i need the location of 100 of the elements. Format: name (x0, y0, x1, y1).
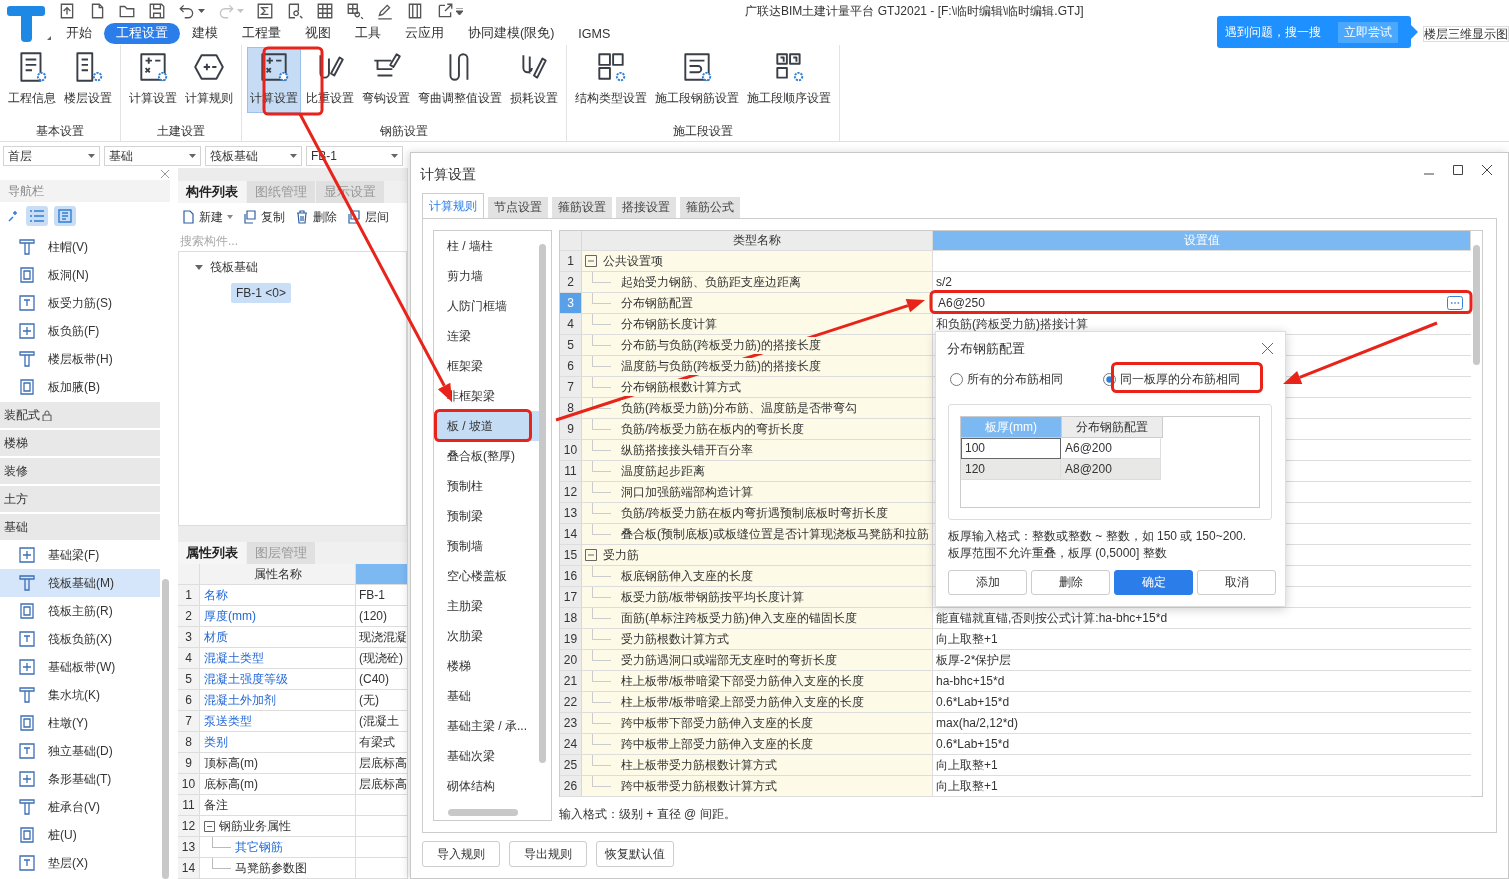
ribbon-button[interactable]: 计算设置 (126, 47, 180, 113)
category-item[interactable]: 预制墙 (435, 531, 539, 561)
nav-category[interactable]: 土方 (0, 486, 160, 512)
panel-tab[interactable]: 构件列表 (178, 181, 246, 203)
dropdown[interactable]: 筏板基础 (205, 146, 302, 166)
dialog-tab[interactable]: 节点设置 (488, 197, 548, 218)
dialog-tab[interactable]: 箍筋设置 (552, 197, 612, 218)
floor-3d-label[interactable]: 楼层三维显示图 (1423, 26, 1509, 42)
dialog-tab[interactable]: 搭接设置 (616, 197, 676, 218)
toolbar-button[interactable]: 复制 (240, 208, 288, 226)
nav-item[interactable]: 桩承台(V) (0, 793, 160, 821)
value-field[interactable]: A6@250 (936, 296, 1468, 310)
nav-item[interactable]: 条形基础(T) (0, 765, 160, 793)
category-item[interactable]: 剪力墙 (435, 261, 539, 291)
table-cell: 洞口加强筋端部构造计算 (621, 483, 753, 501)
toolbar-button[interactable]: 删除 (292, 208, 340, 226)
nav-item[interactable]: 板受力筋(S) (0, 289, 160, 317)
nav-item[interactable]: 集水坑(K) (0, 681, 160, 709)
toolbar-button[interactable]: 新建 (178, 208, 236, 226)
menu-tab[interactable]: IGMS (566, 24, 623, 43)
ribbon-button[interactable]: 结构类型设置 (572, 47, 650, 113)
dialog-button[interactable]: 添加 (948, 570, 1027, 595)
table-cell[interactable]: 120 (961, 459, 1061, 480)
category-item[interactable]: 基础次梁 (435, 741, 539, 771)
nav-item[interactable]: 板负筋(F) (0, 317, 160, 345)
ribbon-button[interactable]: 施工段顺序设置 (744, 47, 834, 113)
nav-item[interactable]: 筏板主筋(R) (0, 597, 160, 625)
category-item[interactable]: 基础主梁 / 承... (435, 711, 539, 741)
ribbon-button[interactable]: 施工段钢筋设置 (652, 47, 742, 113)
table-cell: 柱上板带/板带暗梁上部受力筋伸入支座的长度 (621, 693, 865, 711)
dialog-button[interactable]: 确定 (1114, 570, 1193, 595)
ribbon-button[interactable]: 楼层设置 (61, 47, 115, 113)
menu-tab[interactable]: 工具 (343, 23, 393, 44)
category-item[interactable]: 预制柱 (435, 471, 539, 501)
table-cell-text: 层底标高 (358, 776, 408, 793)
ribbon-button[interactable]: 工程信息 (5, 47, 59, 113)
table-cell-text: FB-1 (358, 587, 386, 604)
nav-item[interactable]: 板加腋(B) (0, 373, 160, 401)
nav-item[interactable]: 独立基础(D) (0, 737, 160, 765)
nav-item[interactable]: 柱帽(V) (0, 233, 160, 261)
tree-item[interactable]: FB-1 <0> (231, 283, 292, 303)
category-item[interactable]: 柱 / 墙柱 (435, 231, 539, 261)
category-item[interactable]: 主肋梁 (435, 591, 539, 621)
dialog-button[interactable]: 删除 (1031, 570, 1110, 595)
nav-item[interactable]: 基础梁(F) (0, 541, 160, 569)
nav-item[interactable]: 筏板基础(M) (0, 569, 160, 597)
menu-tab[interactable]: 云应用 (393, 23, 456, 44)
table-cell[interactable]: A8@200 (1061, 459, 1161, 480)
table-cell[interactable]: 100 (961, 438, 1061, 459)
category-item[interactable]: 砌体结构 (435, 771, 539, 801)
nav-category[interactable]: 楼梯 (0, 430, 160, 456)
tree-item[interactable]: 筏板基础 (210, 258, 258, 276)
radio-option[interactable]: 同一板厚的分布筋相同 (1103, 370, 1240, 388)
panel-tab[interactable]: 属性列表 (178, 542, 246, 564)
category-item[interactable]: 次肋梁 (435, 621, 539, 651)
dialog-button[interactable]: 导入规则 (422, 841, 500, 867)
menu-tab[interactable]: 建模 (180, 23, 230, 44)
table-cell: 叠合板(预制底板)或板缝位置是否计算现浇板马凳筋和拉筋 (621, 525, 929, 543)
ribbon-button[interactable]: 弯钩设置 (359, 47, 413, 113)
dialog-button[interactable]: 恢复默认值 (596, 841, 674, 867)
row-number: 9 (178, 753, 200, 773)
nav-item[interactable]: 板洞(N) (0, 261, 160, 289)
row-number: 7 (560, 377, 582, 397)
nav-item[interactable]: 基础板带(W) (0, 653, 160, 681)
menu-tab[interactable]: 协同建模(限免) (456, 23, 567, 44)
ribbon-button[interactable]: 计算规则 (182, 47, 236, 113)
category-item[interactable]: 基础 (435, 681, 539, 711)
nav-item[interactable]: 桩(U) (0, 821, 160, 849)
menu-tab[interactable]: 工程量 (230, 23, 293, 44)
nav-item[interactable]: 垫层(X) (0, 849, 160, 877)
ribbon-button[interactable]: 损耗设置 (507, 47, 561, 113)
input-hint: 输入格式：级别 + 直径 @ 间距。 (559, 806, 737, 823)
dropdown[interactable]: 首层 (3, 146, 100, 166)
toolbar-button[interactable]: 层间 (344, 208, 392, 226)
menu-tab[interactable]: 视图 (293, 23, 343, 44)
category-item[interactable]: 框架梁 (435, 351, 539, 381)
category-item[interactable]: 预制梁 (435, 501, 539, 531)
nav-category[interactable]: 装修 (0, 458, 160, 484)
ribbon-button[interactable]: 弯曲调整值设置 (415, 47, 505, 113)
row-number: 14 (560, 524, 582, 544)
nav-item[interactable]: 柱墩(Y) (0, 709, 160, 737)
category-item[interactable]: 楼梯 (435, 651, 539, 681)
dialog-button[interactable]: 导出规则 (509, 841, 587, 867)
table-cell-text: (无) (358, 692, 380, 709)
category-item[interactable]: 人防门框墙 (435, 291, 539, 321)
nav-category[interactable]: 装配式 (0, 402, 160, 428)
menu-tab[interactable]: 开始 (54, 23, 104, 44)
radio-option[interactable]: 所有的分布筋相同 (950, 370, 1063, 388)
nav-category[interactable]: 基础 (0, 514, 160, 540)
column-header: 分布钢筋配置 (1062, 417, 1163, 438)
dialog-button[interactable]: 取消 (1197, 570, 1276, 595)
menu-tab[interactable]: 工程设置 (104, 23, 180, 44)
dialog-tab[interactable]: 计算规则 (422, 193, 484, 218)
category-item[interactable]: 连梁 (435, 321, 539, 351)
nav-item[interactable]: 楼层板带(H) (0, 345, 160, 373)
dialog-tab[interactable]: 箍筋公式 (680, 197, 740, 218)
category-item[interactable]: 叠合板(整厚) (435, 441, 539, 471)
dropdown[interactable]: 基础 (104, 146, 201, 166)
category-item[interactable]: 空心楼盖板 (435, 561, 539, 591)
nav-item[interactable]: 筏板负筋(X) (0, 625, 160, 653)
